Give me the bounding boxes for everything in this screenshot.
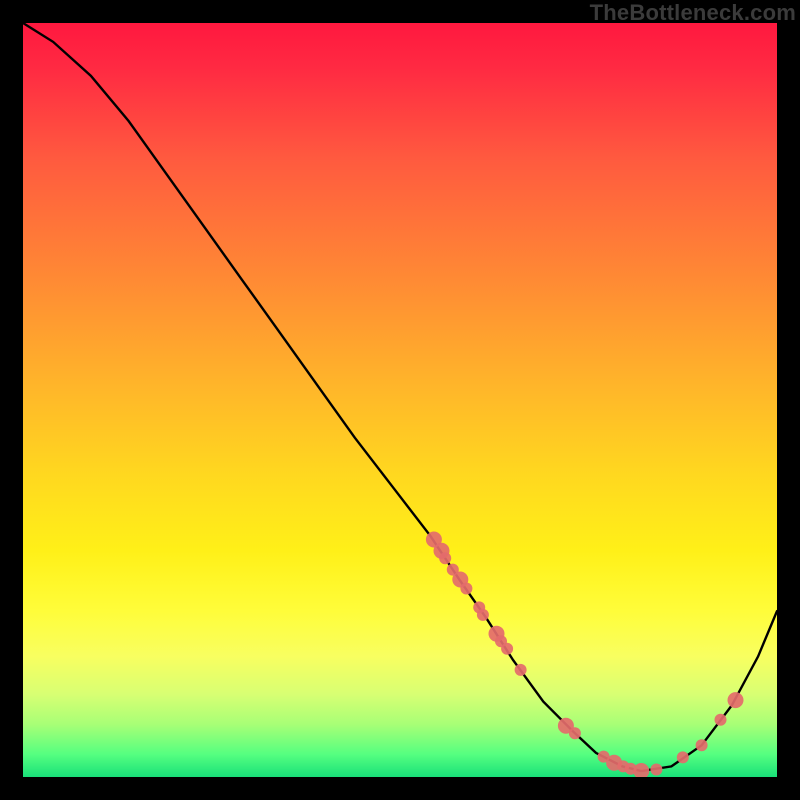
plot-area [23, 23, 777, 777]
scatter-point [633, 763, 649, 777]
chart-overlay-svg [23, 23, 777, 777]
bottleneck-curve [23, 23, 777, 771]
scatter-point [728, 692, 744, 708]
scatter-point [439, 552, 451, 564]
chart-frame [23, 23, 777, 777]
scatter-points [426, 532, 744, 778]
scatter-point [677, 751, 689, 763]
scatter-point [696, 739, 708, 751]
scatter-point [715, 714, 727, 726]
watermark-text: TheBottleneck.com [590, 0, 796, 26]
scatter-point [501, 643, 513, 655]
scatter-point [650, 764, 662, 776]
scatter-point [477, 609, 489, 621]
scatter-point [460, 583, 472, 595]
scatter-point [569, 727, 581, 739]
scatter-point [515, 664, 527, 676]
